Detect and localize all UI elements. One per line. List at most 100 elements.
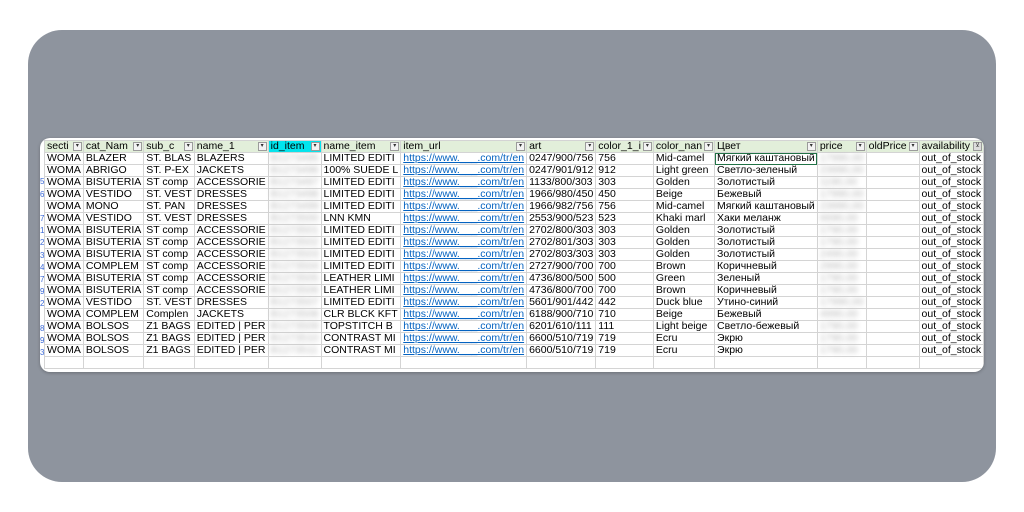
table-cell[interactable]: 756 [595,152,654,165]
table-cell[interactable]: https://www.___.com/tr/en [400,320,528,333]
column-header-0[interactable]: secti ▾ [44,140,84,153]
filter-dropdown-icon[interactable]: ▾ [390,142,400,151]
table-cell[interactable]: 111 [595,320,654,333]
table-cell[interactable]: out_of_stock [918,224,984,237]
table-cell[interactable]: B1273505 [267,272,322,285]
table-cell[interactable] [865,248,920,261]
table-cell[interactable] [865,308,920,321]
table-cell[interactable]: out_of_stock [918,236,984,249]
table-cell[interactable]: out_of_stock [918,248,984,261]
table-cell[interactable]: ACCESSORIE [193,284,269,297]
table-cell[interactable]: https://www.___.com/tr/en [400,248,528,261]
table-cell[interactable]: ST. VEST [143,296,195,309]
table-cell[interactable]: Light green [652,164,716,177]
table-cell[interactable]: ST comp [143,260,195,273]
table-cell[interactable]: WOMA [44,308,84,321]
table-cell[interactable]: B1273496 [267,164,322,177]
table-cell[interactable]: B1273511 [267,344,322,357]
table-cell[interactable] [82,356,145,369]
table-cell[interactable]: 17990,00 [816,296,867,309]
table-cell[interactable] [865,212,920,225]
table-cell[interactable]: Зеленый [714,272,818,285]
table-cell[interactable]: 23990,00 [816,164,867,177]
table-cell[interactable]: Золотистый [714,224,818,237]
table-cell[interactable]: Green [652,272,716,285]
column-header-3[interactable]: name_1 ▾ [193,140,269,153]
table-cell[interactable]: Mid-camel [652,200,716,213]
table-cell[interactable]: ST. P-EX [143,164,195,177]
table-cell[interactable]: 2727/900/700 [526,260,597,273]
table-cell[interactable]: BISUTERIA [82,224,145,237]
table-cell[interactable]: JACKETS [193,308,269,321]
table-cell[interactable]: 4736/800/700 [526,284,597,297]
filter-dropdown-icon[interactable]: ▾ [516,142,526,151]
table-cell[interactable]: 2553/900/523 [526,212,597,225]
table-cell[interactable]: B1273509 [267,320,322,333]
table-cell[interactable]: Golden [652,224,716,237]
table-cell[interactable]: 450 [595,188,654,201]
table-cell[interactable]: 2702/801/303 [526,236,597,249]
table-cell[interactable]: WOMA [44,236,84,249]
column-header-12[interactable]: oldPrice ▾ [865,140,920,153]
column-header-4[interactable]: id_item ▾ [267,140,322,153]
table-cell[interactable]: Golden [652,236,716,249]
table-cell[interactable]: 1790,00 [816,332,867,345]
table-cell[interactable]: ACCESSORIE [193,224,269,237]
table-cell[interactable]: https://www.___.com/tr/en [400,176,528,189]
table-cell[interactable]: 500 [595,272,654,285]
filter-dropdown-icon[interactable]: ▾ [310,142,320,151]
table-cell[interactable]: LNN KMN [320,212,402,225]
table-cell[interactable]: out_of_stock [918,164,984,177]
filter-dropdown-icon[interactable]: ▾ [855,142,865,151]
table-cell[interactable]: Khaki marl [652,212,716,225]
table-cell[interactable]: out_of_stock [918,320,984,333]
table-cell[interactable]: BISUTERIA [82,248,145,261]
table-cell[interactable]: B1273504 [267,260,322,273]
table-cell[interactable]: B1273500 [267,212,322,225]
filter-dropdown-icon[interactable]: ▾ [585,142,595,151]
table-cell[interactable] [865,296,920,309]
table-cell[interactable]: out_of_stock [918,344,984,357]
table-cell[interactable]: TOPSTITCH B [320,320,402,333]
table-cell[interactable]: COMPLEM [82,308,145,321]
table-cell[interactable]: DRESSES [193,188,269,201]
table-cell[interactable]: Светло-зеленый [714,164,818,177]
table-cell[interactable]: 4990,00 [816,308,867,321]
table-cell[interactable]: 2702/803/303 [526,248,597,261]
column-header-6[interactable]: item_url ▾ [400,140,528,153]
table-cell[interactable]: Бежевый [714,308,818,321]
table-cell[interactable]: 912 [595,164,654,177]
table-cell[interactable]: https://www.___.com/tr/en [400,284,528,297]
table-cell[interactable]: EDITED | PER [193,344,269,357]
table-cell[interactable] [918,356,984,369]
table-cell[interactable]: Z1 BAGS [143,320,195,333]
table-cell[interactable]: https://www.___.com/tr/en [400,272,528,285]
table-cell[interactable]: LIMITED EDITI [320,188,402,201]
table-cell[interactable]: 1190,00 [816,176,867,189]
table-cell[interactable] [865,272,920,285]
column-header-1[interactable]: cat_Nam ▾ [82,140,145,153]
table-cell[interactable]: 0247/901/912 [526,164,597,177]
table-cell[interactable]: LIMITED EDITI [320,200,402,213]
table-cell[interactable]: 1790,00 [816,272,867,285]
table-cell[interactable]: Золотистый [714,176,818,189]
table-cell[interactable]: ST. BLAS [143,152,195,165]
table-cell[interactable]: DRESSES [193,296,269,309]
table-cell[interactable]: 2490,00 [816,248,867,261]
table-cell[interactable]: Золотистый [714,248,818,261]
table-cell[interactable]: Коричневый [714,260,818,273]
table-cell[interactable]: https://www.___.com/tr/en [400,332,528,345]
table-cell[interactable]: Z1 BAGS [143,332,195,345]
column-header-8[interactable]: color_1_i ▾ [595,140,654,153]
table-cell[interactable]: Коричневый [714,284,818,297]
table-cell[interactable]: DRESSES [193,200,269,213]
table-cell[interactable] [865,236,920,249]
table-cell[interactable]: CONTRAST MI [320,332,402,345]
table-cell[interactable]: 710 [595,308,654,321]
filter-dropdown-icon[interactable]: ▾ [72,142,82,151]
filter-dropdown-icon[interactable]: ▾ [806,142,816,151]
table-cell[interactable]: LIMITED EDITI [320,296,402,309]
table-cell[interactable] [865,344,920,357]
table-cell[interactable]: Мягкий каштановый [714,152,818,165]
table-cell[interactable]: CONTRAST MI [320,344,402,357]
